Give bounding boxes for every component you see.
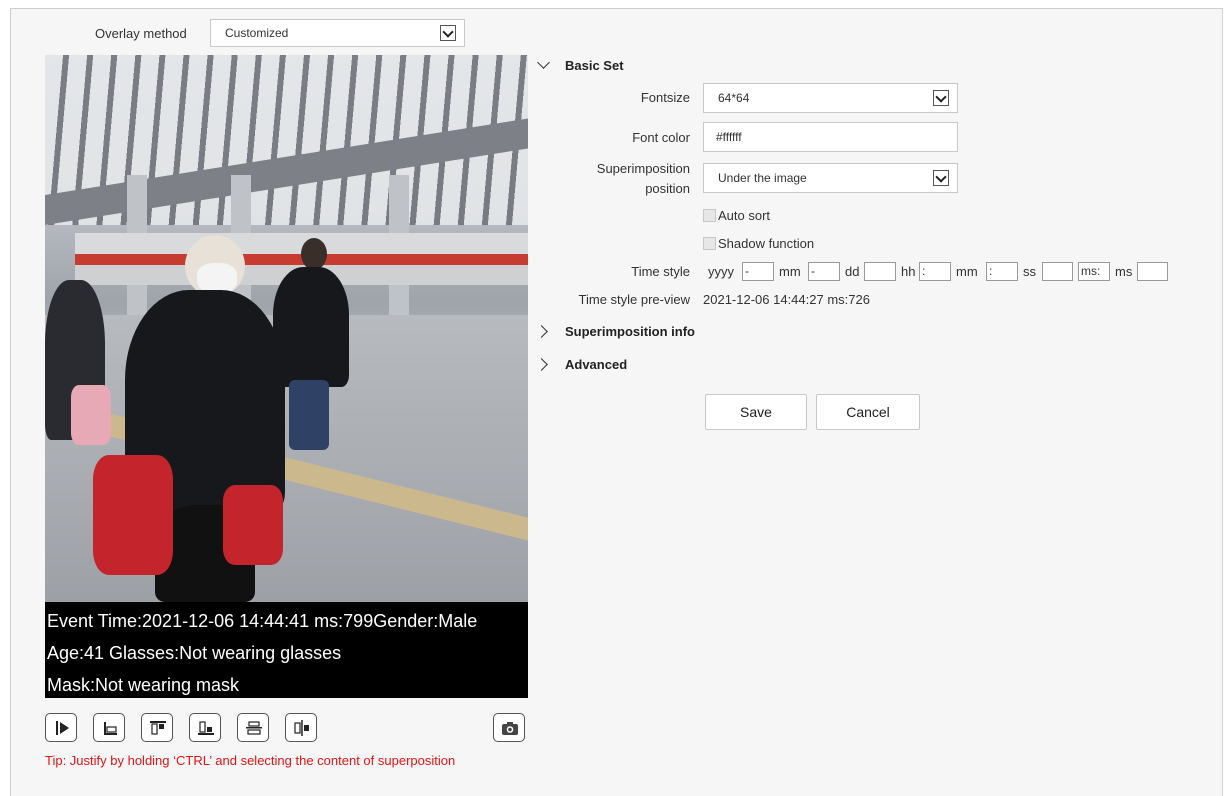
fontsize-label: Fontsize (640, 90, 690, 105)
snapshot-button[interactable] (493, 713, 525, 742)
overlay-method-select[interactable]: Customized (210, 19, 465, 47)
shadow-function-label: Shadow function (718, 236, 815, 251)
osd-line: Age:41 Glasses:Not wearing glasses (47, 643, 342, 663)
time-style-preview-value: 2021-12-06 14:44:27 ms:726 (703, 292, 870, 307)
time-style-row: yyyy - mm - dd hh : mm : ss ms: ms (11, 262, 1221, 282)
separator-input[interactable]: ms: (1078, 262, 1110, 281)
auto-sort-checkbox[interactable]: Auto sort (703, 208, 770, 223)
basic-set-title: Basic Set (565, 58, 624, 73)
separator-input[interactable]: - (742, 262, 774, 281)
separator-input[interactable]: : (919, 262, 951, 281)
checkbox-icon (703, 209, 716, 222)
tip-text: Tip: Justify by holding ‘CTRL’ and selec… (45, 753, 456, 768)
superimposition-position-label-2: position (645, 181, 690, 196)
save-button[interactable]: Save (705, 394, 807, 430)
time-style-preview-label: Time style pre-view (578, 292, 690, 307)
unit-ms: ms (1115, 264, 1133, 279)
chevron-down-icon (933, 90, 949, 106)
separator-input[interactable] (1042, 262, 1073, 281)
station-photo (45, 55, 528, 602)
fontsize-select[interactable]: 64*64 (703, 83, 958, 113)
overlay-method-label: Overlay method (95, 26, 187, 41)
shadow-function-checkbox[interactable]: Shadow function (703, 236, 814, 251)
fontsize-value: 64*64 (718, 91, 750, 105)
align-center-vertical-icon (294, 720, 309, 736)
osd-line: Event Time:2021-12-06 14:44:41 ms:799Gen… (47, 611, 478, 631)
superimposition-position-select[interactable]: Under the image (703, 163, 958, 193)
superimposition-info-title: Superimposition info (565, 324, 695, 339)
superimposition-position-label: Superimposition (596, 161, 690, 176)
unit-ss: ss (1023, 264, 1036, 279)
camera-icon (502, 722, 518, 735)
overlay-method-value: Customized (225, 26, 289, 40)
unit-mm: mm (779, 264, 801, 279)
align-top-button[interactable] (141, 713, 173, 742)
unit-yyyy: yyyy (708, 264, 734, 279)
osd-overlay-text[interactable]: Event Time:2021-12-06 14:44:41 ms:799Gen… (45, 602, 528, 698)
unit-mm: mm (956, 264, 978, 279)
chevron-down-icon (933, 170, 949, 186)
superimposition-position-value: Under the image (718, 171, 807, 185)
align-baseline-icon (198, 721, 214, 735)
font-color-label: Font color (632, 130, 690, 145)
separator-input[interactable]: - (808, 262, 840, 281)
align-center-vertical-button[interactable] (285, 713, 317, 742)
separator-input[interactable] (864, 262, 896, 281)
settings-panel: Overlay method Customized Event Time:202… (10, 8, 1223, 796)
separator-input[interactable] (1137, 262, 1168, 281)
osd-line: Mask:Not wearing mask (47, 675, 240, 695)
auto-sort-label: Auto sort (718, 208, 771, 223)
chevron-down-icon (440, 25, 456, 41)
checkbox-icon (703, 237, 716, 250)
chevron-right-icon (535, 325, 548, 338)
unit-hh: hh (901, 264, 916, 279)
align-center-horizontal-icon (246, 721, 262, 735)
chevron-right-icon (535, 358, 548, 371)
align-center-horizontal-button[interactable] (237, 713, 269, 742)
align-left-button[interactable] (45, 713, 77, 742)
align-baseline-button[interactable] (189, 713, 221, 742)
advanced-title: Advanced (565, 357, 628, 372)
align-top-icon (150, 721, 166, 735)
cancel-button[interactable]: Cancel (816, 394, 920, 430)
snapshot-preview[interactable]: Event Time:2021-12-06 14:44:41 ms:799Gen… (45, 55, 528, 698)
align-bottom-button[interactable] (93, 713, 125, 742)
unit-dd: dd (845, 264, 860, 279)
chevron-down-icon (537, 56, 550, 69)
separator-input[interactable]: : (986, 262, 1018, 281)
align-left-icon (56, 721, 69, 735)
font-color-input[interactable]: #ffffff (703, 122, 958, 152)
align-bottom-icon (104, 722, 117, 735)
